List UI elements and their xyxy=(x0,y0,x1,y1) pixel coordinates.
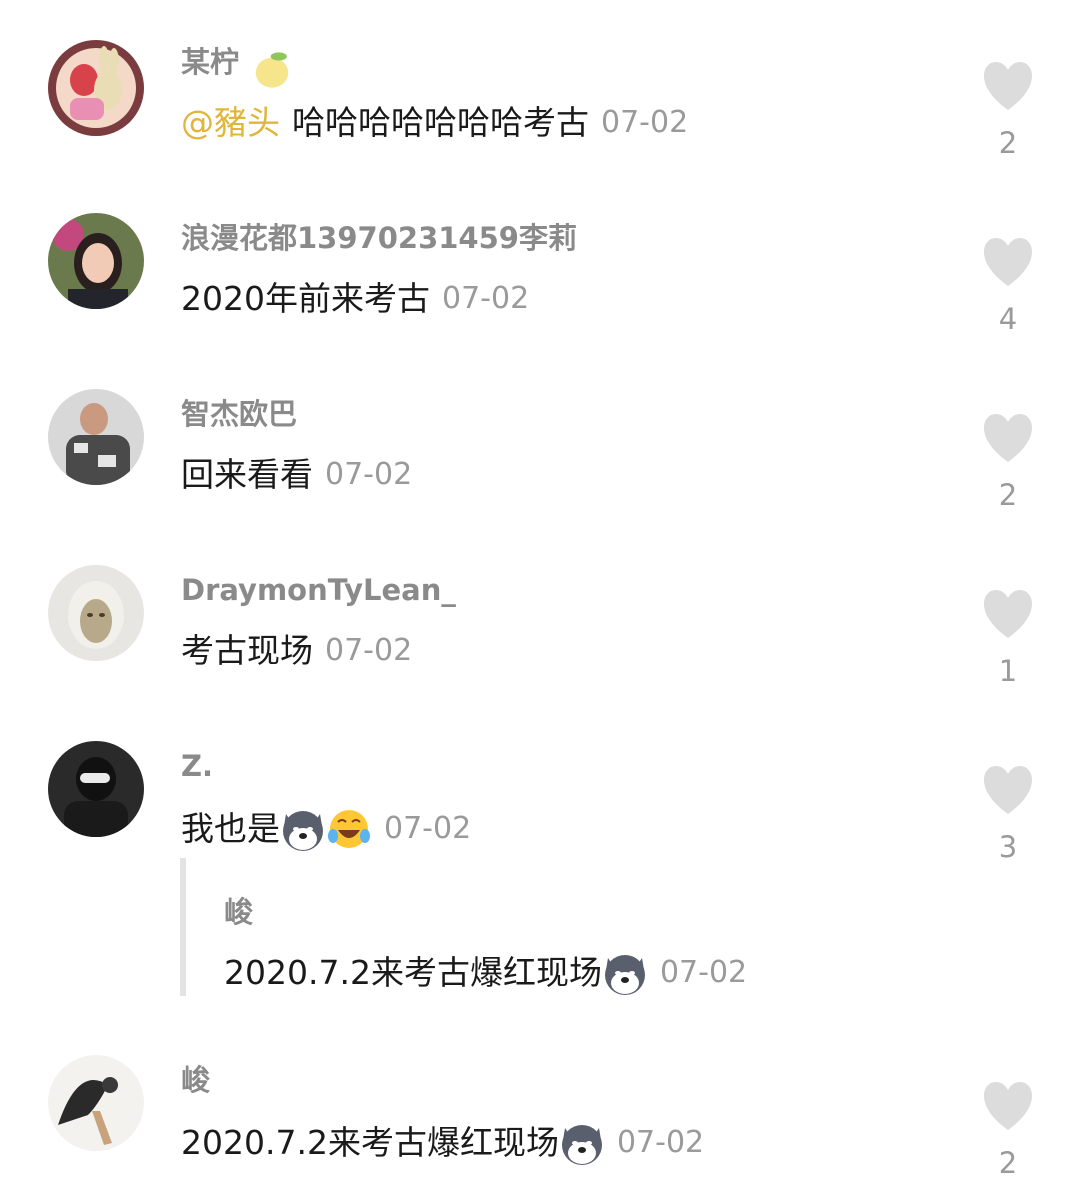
avatar[interactable] xyxy=(48,565,144,661)
like-button[interactable]: 3 xyxy=(978,764,1038,864)
heart-icon xyxy=(983,238,1033,286)
reply-text: 2020.7.2来考古爆红现场 07-02 xyxy=(224,950,747,996)
comment-text: @豬头 哈哈哈哈哈哈哈考古 07-02 xyxy=(181,102,689,144)
heart-icon xyxy=(983,590,1033,638)
username[interactable]: 某柠 xyxy=(181,44,289,88)
like-button[interactable]: 2 xyxy=(978,1080,1038,1180)
comment-text: 回来看看 07-02 xyxy=(181,455,413,494)
username[interactable]: DraymonTyLean_ xyxy=(181,572,456,608)
avatar[interactable] xyxy=(48,40,144,136)
mention-link[interactable]: @豬头 xyxy=(181,102,280,144)
like-count: 1 xyxy=(998,654,1018,688)
like-count: 2 xyxy=(998,478,1018,512)
comment-date: 07-02 xyxy=(325,457,413,492)
avatar[interactable] xyxy=(48,213,144,309)
heart-icon xyxy=(983,414,1033,462)
heart-icon xyxy=(983,766,1033,814)
doge-emoji-icon xyxy=(602,950,648,996)
like-count: 2 xyxy=(998,1146,1018,1180)
heart-icon xyxy=(983,1082,1033,1130)
comment-text: 我也是 07-02 xyxy=(181,806,471,852)
like-button[interactable]: 4 xyxy=(978,236,1038,336)
like-count: 2 xyxy=(998,126,1018,160)
comment-date: 07-02 xyxy=(601,105,689,140)
avatar[interactable] xyxy=(48,1055,144,1151)
like-count: 3 xyxy=(998,830,1018,864)
comment-text: 2020年前来考古 07-02 xyxy=(181,279,530,318)
reply-item: 峻 2020.7.2来考古爆红现场 07-02 xyxy=(180,858,886,996)
like-button[interactable]: 2 xyxy=(978,60,1038,160)
username[interactable]: Z. xyxy=(181,748,213,784)
avatar[interactable] xyxy=(48,741,144,837)
username[interactable]: 智杰欧巴 xyxy=(181,396,297,432)
reply-date: 07-02 xyxy=(659,955,748,990)
comment-date: 07-02 xyxy=(325,633,413,668)
username[interactable]: 峻 xyxy=(181,1062,210,1098)
comment-text: 考古现场 07-02 xyxy=(181,631,413,670)
like-button[interactable]: 1 xyxy=(978,588,1038,688)
heart-icon xyxy=(983,62,1033,110)
doge-emoji-icon xyxy=(280,806,326,852)
laughing-crying-emoji-icon xyxy=(326,806,372,852)
avatar[interactable] xyxy=(48,389,144,485)
comment-date: 07-02 xyxy=(616,1125,705,1160)
username[interactable]: 浪漫花都13970231459李莉 xyxy=(181,220,577,256)
like-button[interactable]: 2 xyxy=(978,412,1038,512)
comment-date: 07-02 xyxy=(384,811,472,846)
like-count: 4 xyxy=(998,302,1018,336)
comment-date: 07-02 xyxy=(441,281,530,316)
doge-emoji-icon xyxy=(559,1120,605,1166)
lemon-icon xyxy=(249,47,289,88)
comment-text: 2020.7.2来考古爆红现场 07-02 xyxy=(181,1120,704,1166)
reply-username[interactable]: 峻 xyxy=(224,894,253,930)
